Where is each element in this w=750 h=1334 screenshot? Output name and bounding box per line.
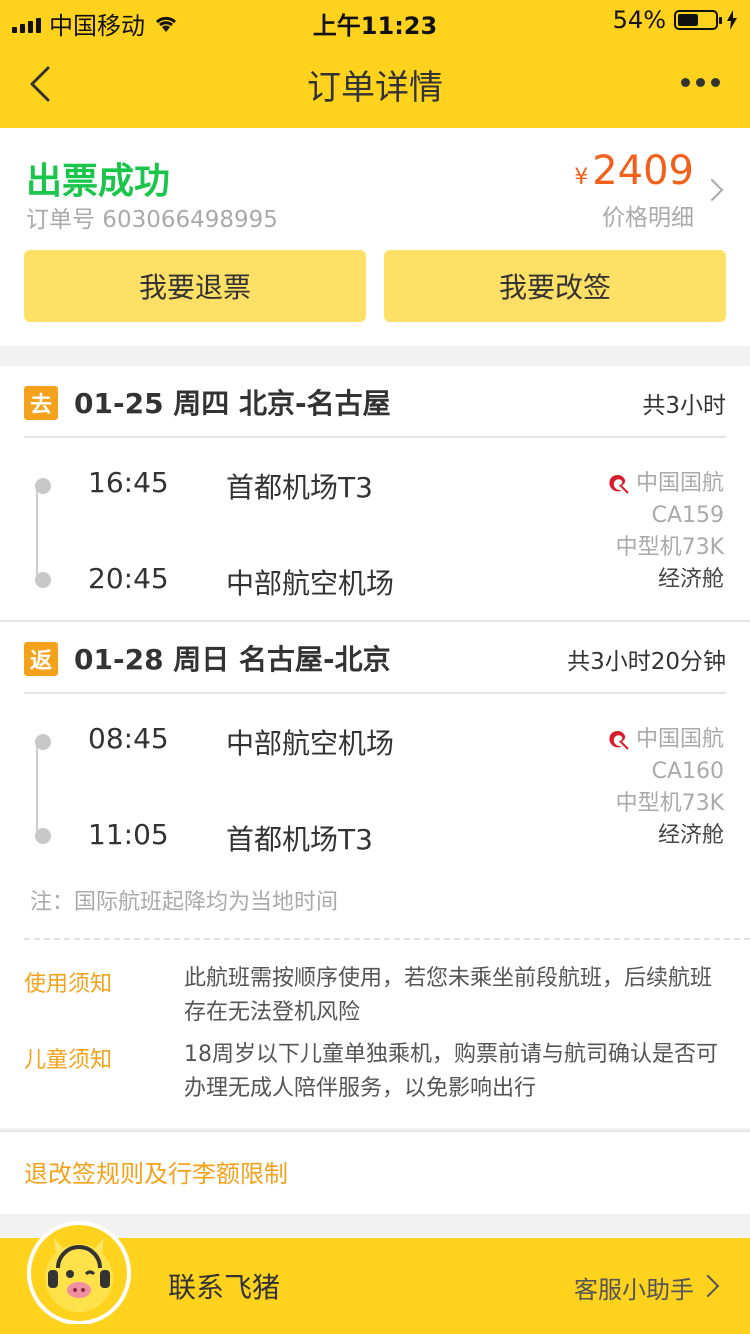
flight-info: 中国国航 CA159 中型机73K 经济舱 bbox=[606, 468, 724, 596]
aircraft-type: 中型机73K bbox=[615, 791, 724, 816]
return-tag: 返 bbox=[24, 642, 58, 676]
child-notice-text: 18周岁以下儿童单独乘机，购票前请与航司确认是否可办理无成人陪伴服务，以免影响出… bbox=[184, 1042, 718, 1101]
usage-notice-label: 使用须知 bbox=[24, 972, 113, 997]
arrive-airport: 中部航空机场 bbox=[226, 567, 395, 600]
more-icon[interactable] bbox=[681, 78, 720, 87]
top-bar: 中国移动 上午11:23 54% 订单详情 bbox=[0, 0, 750, 128]
air-china-logo-icon bbox=[609, 475, 629, 494]
rules-link[interactable]: 退改签规则及行李额限制 bbox=[24, 1154, 288, 1189]
refund-button[interactable]: 我要退票 bbox=[24, 250, 366, 322]
arrive-time: 20:45 bbox=[88, 562, 169, 595]
airline-name: 中国国航 bbox=[635, 727, 724, 752]
timeline-dot bbox=[35, 734, 51, 750]
price-detail-link[interactable]: 价格明细 bbox=[602, 198, 694, 232]
chevron-right-icon[interactable] bbox=[696, 1274, 720, 1298]
order-summary: 出票成功 订单号 603066498995 ¥2409 价格明细 我要退票 我要… bbox=[0, 128, 750, 346]
price-value: 2409 bbox=[592, 148, 694, 194]
trip-duration: 共3小时 bbox=[642, 393, 726, 419]
flight-info: 中国国航 CA160 中型机73K 经济舱 bbox=[606, 724, 724, 852]
depart-time: 16:45 bbox=[88, 466, 169, 499]
flight-number: CA159 bbox=[651, 503, 724, 528]
usage-notice-text: 此航班需按顺序使用，若您未乘坐前段航班，后续航班存在无法登机风险 bbox=[184, 966, 713, 1025]
timeline-dot bbox=[35, 478, 51, 494]
child-notice-label: 儿童须知 bbox=[24, 1048, 113, 1073]
dashed-divider bbox=[24, 938, 750, 940]
trip-route: 01-28 周日 名古屋-北京 bbox=[74, 643, 391, 676]
status-bar: 中国移动 上午11:23 54% bbox=[0, 0, 750, 40]
trip-duration: 共3小时20分钟 bbox=[567, 649, 726, 675]
depart-airport: 首都机场T3 bbox=[226, 471, 373, 504]
fliggy-mascot-icon[interactable] bbox=[26, 1218, 132, 1324]
trip-route: 01-25 周四 北京-名古屋 bbox=[74, 387, 391, 420]
air-china-logo-icon bbox=[609, 731, 629, 750]
flight-number: CA160 bbox=[651, 759, 724, 784]
rules-link-row[interactable]: 退改签规则及行李额限制 bbox=[0, 1130, 750, 1214]
charging-icon bbox=[727, 10, 737, 30]
timeline-dot bbox=[35, 572, 51, 588]
airline-name: 中国国航 bbox=[635, 471, 724, 496]
trip-header-outbound: 去 01-25 周四 北京-名古屋 共3小时 bbox=[24, 366, 726, 438]
ticket-status: 出票成功 bbox=[26, 161, 171, 202]
service-helper[interactable]: 客服小助手 bbox=[574, 1270, 694, 1305]
timeline-line bbox=[36, 746, 38, 836]
cabin-class: 经济舱 bbox=[657, 823, 724, 848]
currency-symbol: ¥ bbox=[574, 165, 589, 190]
timeline-line bbox=[36, 490, 38, 580]
change-button[interactable]: 我要改签 bbox=[384, 250, 726, 322]
outbound-tag: 去 bbox=[24, 386, 58, 420]
arrive-airport: 首都机场T3 bbox=[226, 823, 373, 856]
aircraft-type: 中型机73K bbox=[615, 535, 724, 560]
timeline-dot bbox=[35, 828, 51, 844]
depart-airport: 中部航空机场 bbox=[226, 727, 395, 760]
trip-list: 去 01-25 周四 北京-名古屋 共3小时 16:45 首都机场T3 20:4… bbox=[0, 366, 750, 1128]
trip-header-return: 返 01-28 周日 名古屋-北京 共3小时20分钟 bbox=[24, 622, 726, 694]
contact-fliggy[interactable]: 联系飞猪 bbox=[168, 1266, 280, 1306]
local-time-note: 注：国际航班起降均为当地时间 bbox=[30, 890, 339, 915]
chevron-right-icon[interactable] bbox=[700, 178, 724, 202]
depart-time: 08:45 bbox=[88, 722, 169, 755]
page-title: 订单详情 bbox=[307, 68, 443, 108]
order-number: 订单号 603066498995 bbox=[26, 207, 278, 233]
arrive-time: 11:05 bbox=[88, 818, 169, 851]
battery-percent: 54% bbox=[612, 6, 666, 34]
battery-icon bbox=[674, 10, 722, 30]
price-total[interactable]: ¥2409 bbox=[574, 148, 694, 194]
cabin-class: 经济舱 bbox=[657, 567, 724, 592]
